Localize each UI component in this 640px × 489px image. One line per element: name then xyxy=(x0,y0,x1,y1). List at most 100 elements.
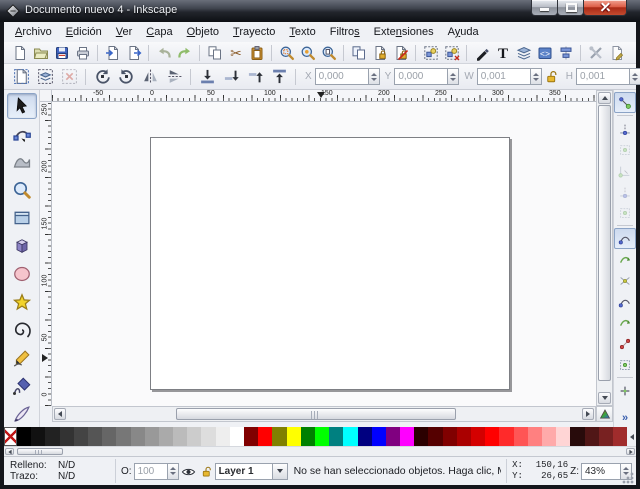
color-swatch[interactable] xyxy=(216,427,230,446)
no-color-swatch[interactable] xyxy=(4,427,17,446)
horizontal-scrollbar-thumb[interactable] xyxy=(176,408,456,420)
snap-smooth-nodes-button[interactable] xyxy=(614,312,636,333)
x-field[interactable]: 0,000 xyxy=(315,68,369,85)
scroll-down-button[interactable] xyxy=(598,392,611,404)
menu-ayuda[interactable]: Ayuda xyxy=(441,24,486,40)
duplicate-button[interactable] xyxy=(348,42,369,63)
color-swatch[interactable] xyxy=(31,427,45,446)
star-button[interactable] xyxy=(7,289,37,315)
menu-ver[interactable]: Ver xyxy=(109,24,140,40)
select-all-button[interactable] xyxy=(9,65,33,89)
color-swatch[interactable] xyxy=(542,427,556,446)
document-page[interactable] xyxy=(150,137,510,390)
snap-object-centers-button[interactable] xyxy=(614,354,636,375)
print-document-button[interactable] xyxy=(72,42,93,63)
opacity-field[interactable]: 100 xyxy=(134,463,168,480)
color-swatch[interactable] xyxy=(17,427,31,446)
deselect-button[interactable] xyxy=(57,65,81,89)
color-swatch[interactable] xyxy=(159,427,173,446)
color-swatch[interactable] xyxy=(287,427,301,446)
fill-stroke-dialog-button[interactable] xyxy=(471,42,492,63)
export-button[interactable] xyxy=(123,42,144,63)
pencil-button[interactable] xyxy=(7,345,37,371)
pen-button[interactable] xyxy=(7,373,37,399)
snap-page-border-button[interactable] xyxy=(614,380,636,401)
box-3d-button[interactable] xyxy=(7,233,37,259)
import-button[interactable] xyxy=(102,42,123,63)
raise-button[interactable] xyxy=(243,65,267,89)
snapbar-overflow-chevron[interactable]: » xyxy=(622,412,628,427)
menu-archivo[interactable]: Archivo xyxy=(8,24,59,40)
color-swatch[interactable] xyxy=(272,427,286,446)
rotate-ccw-button[interactable] xyxy=(90,65,114,89)
create-clone-button[interactable] xyxy=(369,42,390,63)
paste-button[interactable] xyxy=(246,42,267,63)
color-swatch[interactable] xyxy=(258,427,272,446)
canvas[interactable] xyxy=(52,102,596,406)
scroll-up-button[interactable] xyxy=(598,92,611,104)
color-swatch[interactable] xyxy=(301,427,315,446)
text-dialog-button[interactable] xyxy=(492,42,513,63)
spiral-button[interactable] xyxy=(7,317,37,343)
unlink-clone-button[interactable] xyxy=(390,42,411,63)
color-managed-view-button[interactable] xyxy=(596,406,613,422)
width-field[interactable]: 0,001 xyxy=(477,68,531,85)
minimize-button[interactable] xyxy=(531,0,558,16)
xml-editor-button[interactable] xyxy=(534,42,555,63)
lock-ratio-icon[interactable] xyxy=(544,69,559,84)
color-swatch[interactable] xyxy=(244,427,258,446)
color-swatch[interactable] xyxy=(145,427,159,446)
color-swatch[interactable] xyxy=(386,427,400,446)
color-swatch[interactable] xyxy=(116,427,130,446)
color-swatch[interactable] xyxy=(514,427,528,446)
palette-arrow-button[interactable] xyxy=(627,427,636,446)
color-swatch[interactable] xyxy=(88,427,102,446)
height-field-spinner[interactable] xyxy=(630,68,640,85)
snap-midpoints-button[interactable] xyxy=(614,333,636,354)
tweak-button[interactable] xyxy=(7,149,37,175)
color-swatch[interactable] xyxy=(173,427,187,446)
flip-horizontal-button[interactable] xyxy=(138,65,162,89)
zoom-button[interactable] xyxy=(7,177,37,203)
color-swatch[interactable] xyxy=(315,427,329,446)
layer-combo-dropdown[interactable] xyxy=(273,463,288,480)
save-document-button[interactable] xyxy=(51,42,72,63)
color-swatch[interactable] xyxy=(74,427,88,446)
rectangle-button[interactable] xyxy=(7,205,37,231)
snap-bbox-centers-button[interactable] xyxy=(614,202,636,223)
color-swatch[interactable] xyxy=(528,427,542,446)
horizontal-ruler[interactable]: -50050100150200250300350 xyxy=(52,90,596,102)
menu-objeto[interactable]: Objeto xyxy=(180,24,226,40)
select-all-layers-button[interactable] xyxy=(33,65,57,89)
layer-visibility-toggle[interactable] xyxy=(181,464,196,479)
x-field-spinner[interactable] xyxy=(369,68,380,85)
vertical-scrollbar-thumb[interactable] xyxy=(598,105,611,381)
color-swatch[interactable] xyxy=(329,427,343,446)
align-distribute-button[interactable] xyxy=(555,42,576,63)
undo-button[interactable] xyxy=(153,42,174,63)
layers-dialog-button[interactable] xyxy=(513,42,534,63)
selector-button[interactable] xyxy=(7,93,37,119)
color-swatch[interactable] xyxy=(372,427,386,446)
zoom-drawing-button[interactable] xyxy=(297,42,318,63)
palette-scrollbar[interactable] xyxy=(4,446,636,456)
fill-stroke-indicator[interactable]: Relleno: N/D Trazo: N/D xyxy=(10,460,110,482)
cut-button[interactable] xyxy=(225,42,246,63)
maximize-button[interactable] xyxy=(557,0,584,16)
menu-texto[interactable]: Texto xyxy=(282,24,322,40)
color-swatch[interactable] xyxy=(499,427,513,446)
snap-bbox-edges-button[interactable] xyxy=(614,139,636,160)
snap-paths-button[interactable] xyxy=(614,249,636,270)
palette-scrollbar-thumb[interactable] xyxy=(17,448,63,455)
inkscape-preferences-button[interactable] xyxy=(585,42,606,63)
flip-vertical-button[interactable] xyxy=(162,65,186,89)
resize-grip[interactable] xyxy=(622,471,635,484)
horizontal-scrollbar[interactable] xyxy=(52,406,596,422)
color-swatch[interactable] xyxy=(471,427,485,446)
color-swatch[interactable] xyxy=(45,427,59,446)
scroll-left-button[interactable] xyxy=(54,408,66,420)
vertical-scrollbar[interactable] xyxy=(596,90,613,406)
open-document-button[interactable] xyxy=(30,42,51,63)
color-swatch[interactable] xyxy=(570,427,584,446)
redo-button[interactable] xyxy=(174,42,195,63)
